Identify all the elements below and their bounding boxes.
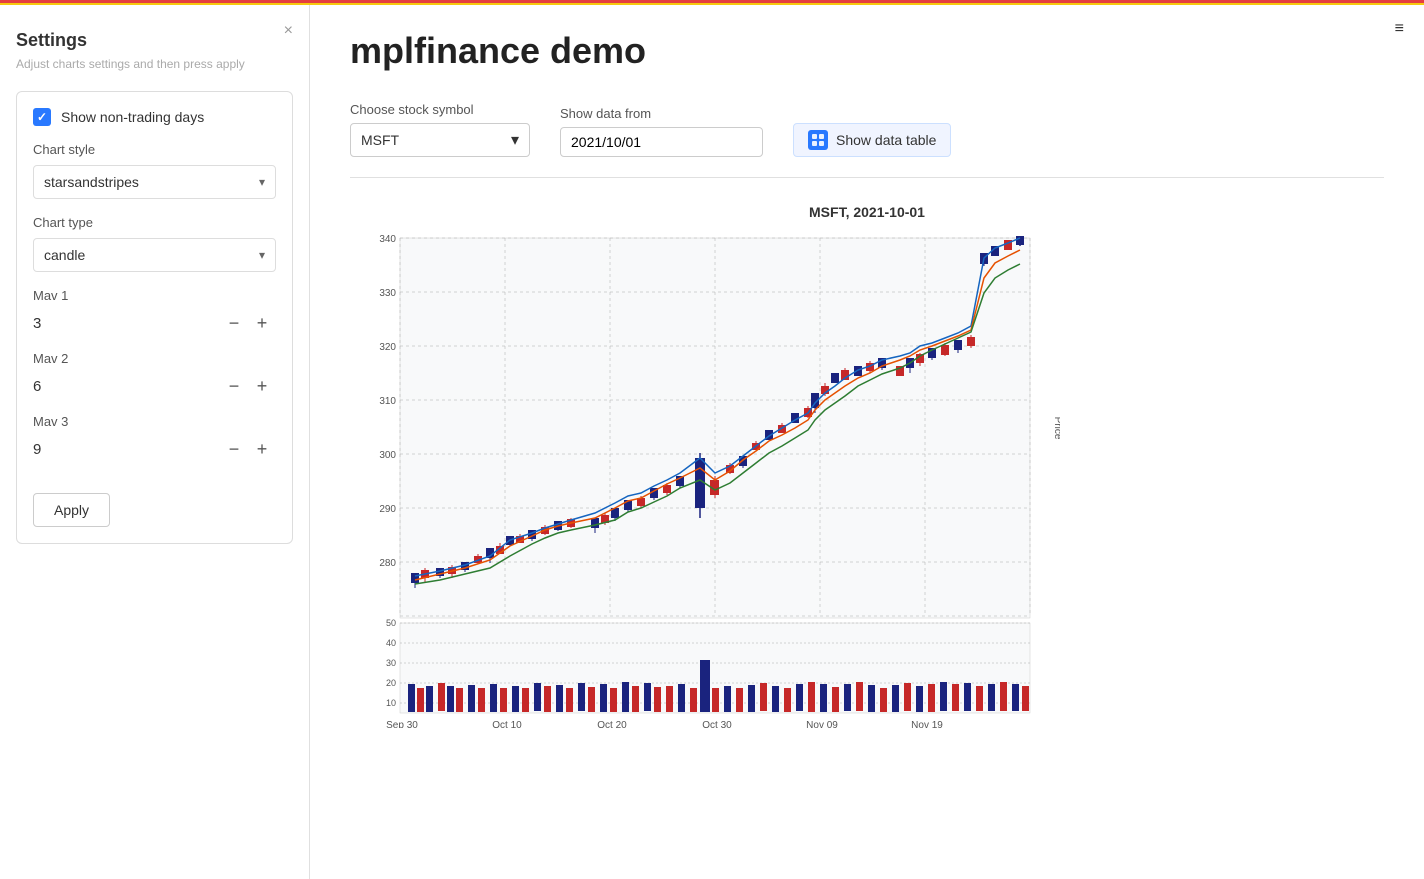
mav1-section: Mav 1 3 − + xyxy=(33,288,276,337)
apply-button[interactable]: Apply xyxy=(33,493,110,527)
date-from-group: Show data from xyxy=(560,106,763,157)
svg-text:320: 320 xyxy=(379,342,396,353)
main-content: ≡ mplfinance demo Choose stock symbol MS… xyxy=(310,0,1424,879)
chart-type-dropdown[interactable]: candle ▾ xyxy=(33,238,276,272)
mav3-control: 9 − + xyxy=(33,435,276,463)
svg-text:280: 280 xyxy=(379,558,396,569)
show-data-table-button[interactable]: Show data table xyxy=(793,123,951,157)
show-non-trading-row: Show non-trading days xyxy=(33,108,276,126)
mav2-control: 6 − + xyxy=(33,372,276,400)
chart-title: MSFT, 2021-10-01 xyxy=(360,204,1374,220)
svg-text:Nov 09: Nov 09 xyxy=(806,720,838,728)
svg-text:Nov 19: Nov 19 xyxy=(911,720,943,728)
mav3-decrement-button[interactable]: − xyxy=(220,435,248,463)
menu-icon[interactable]: ≡ xyxy=(1395,20,1404,38)
mav3-value: 9 xyxy=(33,441,220,458)
settings-subtitle: Adjust charts settings and then press ap… xyxy=(16,57,293,71)
chart-style-value: starsandstripes xyxy=(44,174,139,190)
show-non-trading-label: Show non-trading days xyxy=(61,109,204,125)
svg-text:Volume 10⁶: Volume 10⁶ xyxy=(1058,655,1060,702)
mav2-increment-button[interactable]: + xyxy=(248,372,276,400)
chart-svg-wrapper: 340 330 320 310 300 290 280 Price xyxy=(360,228,1374,728)
mav1-increment-button[interactable]: + xyxy=(248,309,276,337)
svg-text:30: 30 xyxy=(386,658,396,668)
svg-text:Sep 30: Sep 30 xyxy=(386,720,418,728)
stock-symbol-group: Choose stock symbol MSFT ▾ xyxy=(350,102,530,157)
date-from-label: Show data from xyxy=(560,106,763,121)
chart-type-label: Chart type xyxy=(33,215,276,230)
svg-text:Price: Price xyxy=(1052,417,1060,440)
chart-type-value: candle xyxy=(44,247,85,263)
svg-text:340: 340 xyxy=(379,234,396,245)
mav1-value: 3 xyxy=(33,315,220,332)
svg-text:300: 300 xyxy=(379,450,396,461)
mav2-label: Mav 2 xyxy=(33,351,276,366)
chart-container: MSFT, 2021-10-01 xyxy=(350,194,1384,738)
svg-text:50: 50 xyxy=(386,618,396,628)
svg-text:Oct 20: Oct 20 xyxy=(597,720,627,728)
stock-symbol-label: Choose stock symbol xyxy=(350,102,530,117)
close-icon[interactable]: × xyxy=(284,22,293,40)
svg-text:10: 10 xyxy=(386,698,396,708)
mav2-decrement-button[interactable]: − xyxy=(220,372,248,400)
show-data-table-label: Show data table xyxy=(836,132,936,148)
svg-text:Oct 10: Oct 10 xyxy=(492,720,522,728)
mav3-label: Mav 3 xyxy=(33,414,276,429)
svg-text:40: 40 xyxy=(386,638,396,648)
controls-row: Choose stock symbol MSFT ▾ Show data fro… xyxy=(350,102,1384,157)
divider xyxy=(350,177,1384,178)
chart-style-arrow-icon: ▾ xyxy=(259,175,265,189)
show-data-table-icon xyxy=(808,130,828,150)
svg-text:290: 290 xyxy=(379,504,396,515)
mav1-control: 3 − + xyxy=(33,309,276,337)
stock-symbol-dropdown[interactable]: MSFT ▾ xyxy=(350,123,530,157)
settings-sidebar: × Settings Adjust charts settings and th… xyxy=(0,0,310,879)
svg-text:310: 310 xyxy=(379,396,396,407)
stock-chart: 340 330 320 310 300 290 280 Price xyxy=(360,228,1060,728)
mav2-value: 6 xyxy=(33,378,220,395)
settings-title: Settings xyxy=(16,30,293,51)
svg-text:20: 20 xyxy=(386,678,396,688)
top-bar-yellow xyxy=(0,3,1424,5)
page-title: mplfinance demo xyxy=(350,30,1384,72)
svg-text:Oct 30: Oct 30 xyxy=(702,720,732,728)
chart-type-arrow-icon: ▾ xyxy=(259,248,265,262)
mav3-increment-button[interactable]: + xyxy=(248,435,276,463)
stock-dropdown-arrow-icon: ▾ xyxy=(511,130,519,150)
settings-card: Show non-trading days Chart style starsa… xyxy=(16,91,293,544)
chart-style-dropdown[interactable]: starsandstripes ▾ xyxy=(33,165,276,199)
mav3-section: Mav 3 9 − + xyxy=(33,414,276,463)
mav2-section: Mav 2 6 − + xyxy=(33,351,276,400)
date-from-input[interactable] xyxy=(560,127,763,157)
chart-style-label: Chart style xyxy=(33,142,276,157)
show-non-trading-checkbox[interactable] xyxy=(33,108,51,126)
mav1-label: Mav 1 xyxy=(33,288,276,303)
mav1-decrement-button[interactable]: − xyxy=(220,309,248,337)
stock-symbol-value: MSFT xyxy=(361,132,505,148)
svg-text:330: 330 xyxy=(379,288,396,299)
